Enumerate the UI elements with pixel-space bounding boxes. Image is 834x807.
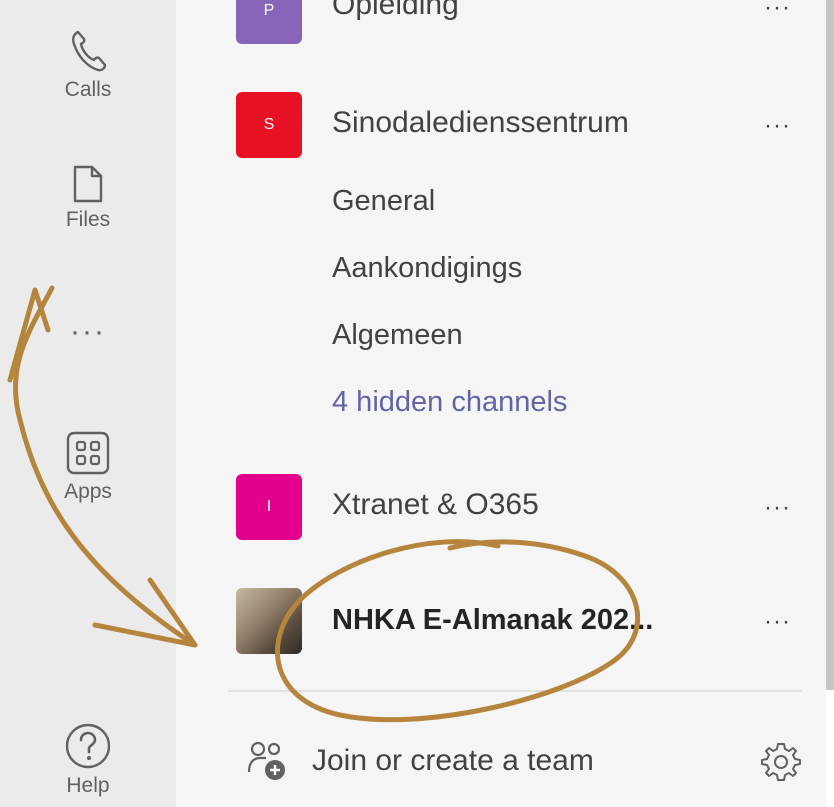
channel-algemeen[interactable]: Algemeen [332,319,463,352]
rail-help[interactable]: Help [0,722,176,798]
rail-more-button[interactable]: ··· [0,315,176,349]
team-more-button[interactable]: ··· [764,608,791,636]
team-avatar-sinodaledienssentrum[interactable]: S [236,92,302,158]
rail-calls[interactable]: Calls [0,28,176,102]
scrollbar[interactable] [826,0,834,690]
rail-files[interactable]: Files [0,164,176,232]
people-add-icon [247,741,285,780]
team-avatar-nhka-photo[interactable] [236,588,302,654]
rail-apps-label: Apps [64,480,112,503]
settings-button[interactable] [760,740,802,787]
rail-calls-label: Calls [64,78,112,101]
join-create-team-button[interactable]: Join or create a team [246,740,594,782]
gear-icon [761,743,801,781]
team-avatar-letter: S [263,116,275,133]
channel-aankondigings[interactable]: Aankondigings [332,252,522,285]
divider [228,690,802,692]
apps-grid-icon [66,431,110,475]
team-more-button[interactable]: ··· [764,112,791,140]
team-name-sinodaledienssentrum[interactable]: Sinodaledienssentrum [332,106,629,140]
hidden-channels-link[interactable]: 4 hidden channels [332,386,567,419]
file-icon [73,165,103,203]
team-more-button[interactable]: ··· [764,0,791,22]
team-avatar-xtranet[interactable]: I [236,474,302,540]
phone-icon [72,30,107,72]
join-create-team-label: Join or create a team [312,744,594,777]
team-name-opleiding[interactable]: Opleiding [332,0,459,22]
app-rail: Calls Files ··· Apps Help [0,0,176,807]
team-avatar-opleiding[interactable]: P [236,0,302,44]
team-name-nhka[interactable]: NHKA E-Almanak 202... [332,604,653,637]
team-more-button[interactable]: ··· [764,494,791,522]
team-avatar-letter: P [263,2,275,19]
team-avatar-letter: I [266,498,272,515]
rail-files-label: Files [65,208,111,231]
rail-help-label: Help [66,774,110,797]
rail-apps[interactable]: Apps [0,430,176,504]
team-name-xtranet[interactable]: Xtranet & O365 [332,488,539,522]
channel-general[interactable]: General [332,185,435,218]
help-icon [65,723,111,769]
